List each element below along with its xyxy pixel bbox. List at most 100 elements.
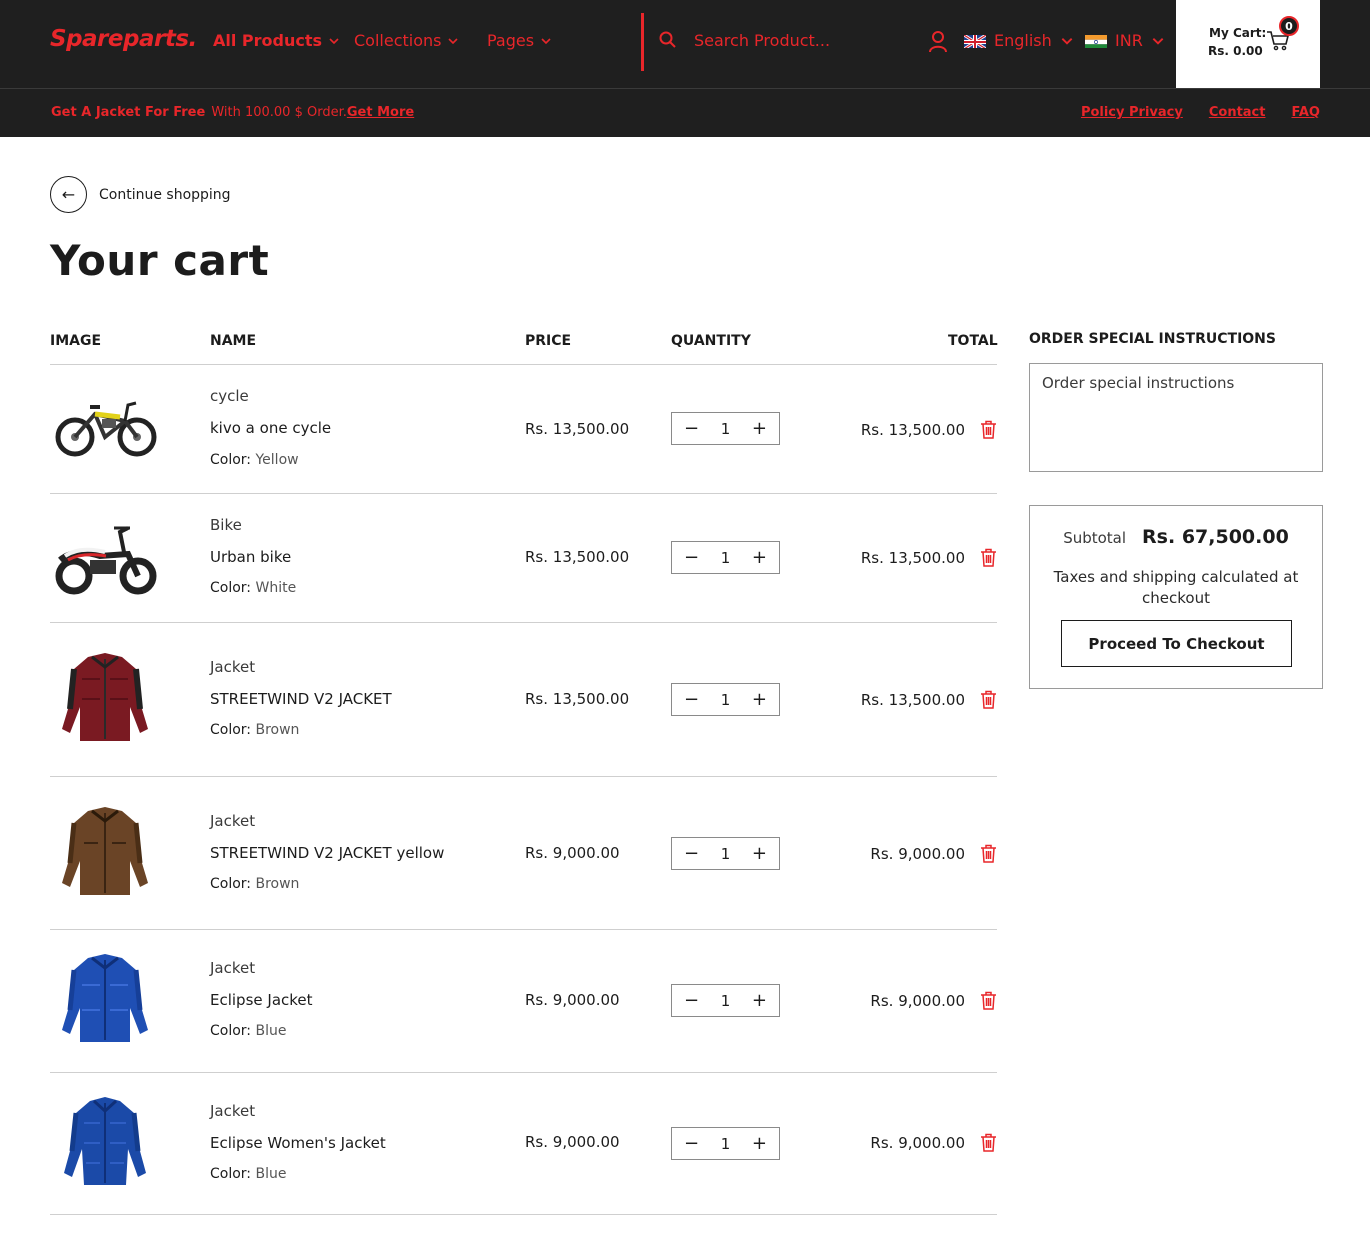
quantity-value[interactable]: 1 [721, 691, 731, 709]
increase-quantity-button[interactable]: + [752, 548, 767, 567]
arrow-left-icon: ← [50, 176, 87, 213]
item-vendor: Jacket [210, 658, 256, 676]
continue-shopping-link[interactable]: ← Continue shopping [50, 176, 231, 213]
promo-link[interactable]: Get More [347, 105, 414, 120]
item-total: Rs. 9,000.00 [870, 1134, 965, 1152]
quantity-value[interactable]: 1 [721, 549, 731, 567]
quantity-value[interactable]: 1 [721, 1135, 731, 1153]
language-selector[interactable]: English [964, 31, 1074, 50]
cart-item-row: cycle kivo a one cycle Color: Yellow Rs.… [50, 365, 997, 493]
decrease-quantity-button[interactable]: − [684, 991, 699, 1010]
cart-label: My Cart: [1209, 26, 1267, 40]
option-value: Brown [255, 876, 300, 892]
faq-link[interactable]: FAQ [1291, 105, 1320, 120]
promo-text: With 100.00 $ Order. [211, 105, 347, 120]
item-option: Color: Blue [210, 1023, 286, 1039]
brown-jacket-image[interactable] [50, 803, 160, 903]
quantity-value[interactable]: 1 [721, 992, 731, 1010]
item-name[interactable]: Urban bike [210, 548, 291, 566]
item-price: Rs. 9,000.00 [525, 1133, 620, 1151]
contact-link[interactable]: Contact [1209, 105, 1266, 120]
increase-quantity-button[interactable]: + [752, 690, 767, 709]
instructions-title: ORDER SPECIAL INSTRUCTIONS [1029, 331, 1276, 347]
decrease-quantity-button[interactable]: − [684, 548, 699, 567]
option-value: Blue [255, 1166, 287, 1182]
blue-women-jacket-image[interactable] [50, 1093, 160, 1193]
header-divider [641, 13, 644, 71]
bike-image[interactable] [50, 508, 160, 608]
trash-icon[interactable] [980, 690, 997, 709]
increase-quantity-button[interactable]: + [752, 1134, 767, 1153]
quantity-stepper: − 1 + [671, 1127, 780, 1160]
item-price: Rs. 9,000.00 [525, 991, 620, 1009]
quantity-stepper: − 1 + [671, 837, 780, 870]
item-total: Rs. 13,500.00 [860, 421, 965, 439]
item-name[interactable]: kivo a one cycle [210, 419, 331, 437]
decrease-quantity-button[interactable]: − [684, 419, 699, 438]
item-vendor: Bike [210, 516, 242, 534]
column-header-quantity: QUANTITY [671, 333, 751, 349]
column-header-image: IMAGE [50, 333, 102, 349]
nav-pages-label: Pages [487, 31, 535, 50]
item-name[interactable]: STREETWIND V2 JACKET yellow [210, 844, 444, 862]
table-divider [50, 1214, 997, 1215]
top-links: Policy Privacy Contact FAQ [1081, 105, 1320, 120]
nav-all-products[interactable]: All Products [213, 31, 340, 50]
cycle-image[interactable] [50, 379, 160, 479]
cart-item-row: Jacket STREETWIND V2 JACKET Color: Brown… [50, 623, 997, 776]
option-value: Yellow [255, 452, 299, 468]
subtotal-label: Subtotal [1063, 529, 1127, 547]
trash-icon[interactable] [980, 991, 997, 1010]
option-label: Color: [210, 1023, 252, 1039]
trash-icon[interactable] [980, 1133, 997, 1152]
policy-privacy-link[interactable]: Policy Privacy [1081, 105, 1183, 120]
quantity-value[interactable]: 1 [721, 845, 731, 863]
increase-quantity-button[interactable]: + [752, 844, 767, 863]
item-option: Color: Yellow [210, 452, 299, 468]
checkout-button[interactable]: Proceed To Checkout [1061, 620, 1292, 667]
search-icon[interactable] [658, 30, 678, 50]
item-name[interactable]: Eclipse Jacket [210, 991, 313, 1009]
quantity-value[interactable]: 1 [721, 420, 731, 438]
tax-note: Taxes and shipping calculated at checkou… [1053, 568, 1299, 607]
decrease-quantity-button[interactable]: − [684, 690, 699, 709]
currency-selector[interactable]: INR [1085, 31, 1165, 50]
red-jacket-image[interactable] [50, 649, 160, 749]
trash-icon[interactable] [980, 844, 997, 863]
cart-item-row: Jacket Eclipse Women's Jacket Color: Blu… [50, 1073, 997, 1215]
column-header-price: PRICE [525, 333, 572, 349]
item-vendor: Jacket [210, 1102, 256, 1120]
trash-icon[interactable] [980, 420, 997, 439]
nav-collections[interactable]: Collections [354, 31, 459, 50]
order-instructions-field[interactable] [1029, 363, 1323, 472]
quantity-stepper: − 1 + [671, 984, 780, 1017]
option-value: Brown [255, 722, 300, 738]
option-label: Color: [210, 580, 252, 596]
nav-collections-label: Collections [354, 31, 442, 50]
decrease-quantity-button[interactable]: − [684, 844, 699, 863]
item-name[interactable]: Eclipse Women's Jacket [210, 1134, 386, 1152]
trash-icon[interactable] [980, 548, 997, 567]
chevron-down-icon [329, 37, 339, 44]
language-label: English [994, 31, 1052, 50]
option-label: Color: [210, 452, 252, 468]
decrease-quantity-button[interactable]: − [684, 1134, 699, 1153]
option-value: Blue [255, 1023, 287, 1039]
increase-quantity-button[interactable]: + [752, 991, 767, 1010]
continue-shopping-label: Continue shopping [99, 186, 231, 203]
nav-pages[interactable]: Pages [487, 31, 552, 50]
india-flag-icon [1085, 34, 1107, 48]
site-logo[interactable]: Spareparts. [50, 26, 197, 52]
blue-jacket-image[interactable] [50, 950, 160, 1050]
item-name[interactable]: STREETWIND V2 JACKET [210, 690, 392, 708]
user-account-icon[interactable] [928, 30, 948, 54]
search-input[interactable] [694, 30, 904, 50]
item-vendor: cycle [210, 387, 249, 405]
mini-cart[interactable]: My Cart: Rs. 0.00 0 [1176, 0, 1320, 88]
increase-quantity-button[interactable]: + [752, 419, 767, 438]
nav-all-products-label: All Products [213, 31, 323, 50]
cart-item-row: Bike Urban bike Color: White Rs. 13,500.… [50, 494, 997, 623]
promo-message: Get A Jacket For Free With 100.00 $ Orde… [51, 105, 414, 120]
quantity-stepper: − 1 + [671, 412, 780, 445]
chevron-down-icon [541, 37, 551, 44]
